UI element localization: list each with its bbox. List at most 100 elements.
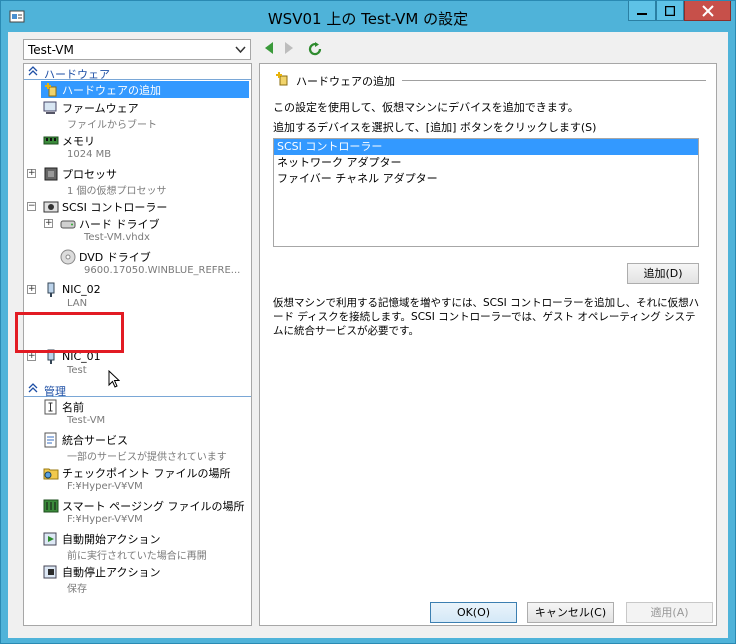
tree-item-checkpoint-location[interactable]: チェックポイント ファイルの場所 F:¥Hyper-V¥VM (24, 464, 251, 496)
auto-start-icon (43, 532, 57, 545)
tree-item-label: ファームウェア (62, 101, 139, 115)
title-bar[interactable]: WSV01 上の Test-VM の設定 (1, 1, 735, 33)
tree-item-firmware[interactable]: ファームウェア ファイルからブート (24, 99, 251, 131)
forward-arrow-icon (285, 42, 293, 54)
tree-item-detail: 保存 (67, 584, 87, 595)
tree-item-detail: 前に実行されていた場合に再開 (67, 551, 207, 562)
dvd-drive-icon (60, 249, 76, 264)
hardware-section-header[interactable]: ハードウェア (24, 65, 251, 81)
back-button[interactable] (263, 41, 275, 58)
tree-item-detail: Test-VM (67, 415, 106, 426)
tree-item-label: スマート ページング ファイルの場所 (62, 499, 245, 513)
tree-item-nic-02[interactable]: + NIC_02 LAN (24, 281, 251, 313)
management-section-label: 管理 (44, 385, 66, 398)
apply-button[interactable]: 適用(A) (626, 602, 713, 623)
close-button[interactable] (684, 1, 731, 21)
minimize-button[interactable] (628, 1, 656, 21)
tree-item-dvd-drive[interactable]: DVD ドライブ 9600.17050.WINBLUE_REFRE... (24, 248, 251, 280)
expand-toggle[interactable]: + (27, 352, 36, 361)
hard-drive-icon (60, 220, 76, 228)
tree-item-scsi-controller[interactable]: − SCSI コントローラー (24, 198, 251, 215)
tree-item-label: 名前 (62, 400, 84, 414)
panel-intro-text: この設定を使用して、仮想マシンにデバイスを追加できます。 (273, 101, 579, 114)
device-option-network-adapter[interactable]: ネットワーク アダプター (274, 155, 698, 171)
panel-title: ハードウェアの追加 (296, 75, 395, 88)
tree-item-processor[interactable]: + プロセッサ 1 個の仮想プロセッサ (24, 165, 251, 197)
tree-item-auto-stop[interactable]: 自動停止アクション 保存 (24, 563, 251, 595)
panel-header: ハードウェアの追加 (274, 71, 706, 88)
collapse-toggle[interactable]: − (27, 202, 36, 211)
checkpoint-folder-icon (43, 468, 59, 479)
tree-item-label: DVD ドライブ (79, 250, 151, 264)
expand-toggle[interactable]: + (27, 285, 36, 294)
expand-toggle[interactable]: + (44, 219, 53, 228)
window-title: WSV01 上の Test-VM の設定 (267, 10, 469, 28)
add-hardware-panel: ハードウェアの追加 この設定を使用して、仮想マシンにデバイスを追加できます。 追… (259, 63, 717, 626)
settings-tree: ハードウェア ハードウェアの追加 ファームウェア ファイルからブート メモリ 1… (23, 63, 252, 626)
tree-item-detail: LAN (67, 298, 88, 309)
tree-item-memory[interactable]: メモリ 1024 MB (24, 132, 251, 164)
maximize-button[interactable] (656, 1, 684, 21)
scsi-controller-icon (43, 201, 59, 212)
tree-item-detail: Test-VM.vhdx (84, 232, 150, 243)
cancel-button[interactable]: キャンセル(C) (527, 602, 614, 623)
tree-item-detail: 1024 MB (67, 149, 112, 160)
collapse-up-icon (28, 383, 38, 393)
refresh-button[interactable] (307, 41, 323, 60)
collapse-up-icon (28, 66, 38, 76)
chevron-down-icon (235, 46, 246, 54)
tree-item-label: チェックポイント ファイルの場所 (62, 466, 231, 480)
tree-item-detail: 9600.17050.WINBLUE_REFRE... (84, 265, 241, 276)
tree-item-detail: Test (67, 365, 87, 376)
hardware-section-label: ハードウェア (44, 68, 110, 81)
smart-paging-icon (43, 499, 59, 512)
auto-stop-icon (43, 565, 57, 578)
header-divider (402, 80, 706, 81)
tree-item-detail: 一部のサービスが提供されています (67, 452, 227, 463)
forward-button[interactable] (283, 41, 295, 58)
tree-item-label: 自動停止アクション (62, 565, 161, 579)
device-listbox[interactable]: SCSI コントローラー ネットワーク アダプター ファイバー チャネル アダプ… (273, 138, 699, 247)
name-icon (44, 399, 57, 414)
tree-item-auto-start[interactable]: 自動開始アクション 前に実行されていた場合に再開 (24, 530, 251, 562)
tree-item-label: 自動開始アクション (62, 532, 161, 546)
tree-item-label: SCSI コントローラー (62, 200, 168, 214)
device-option-scsi[interactable]: SCSI コントローラー (274, 139, 698, 155)
settings-window: WSV01 上の Test-VM の設定 Test-VM ハードウェア ハードウ… (0, 0, 736, 644)
ok-button[interactable]: OK(O) (430, 602, 517, 623)
tree-item-label: プロセッサ (62, 167, 117, 181)
tree-item-name[interactable]: 名前 Test-VM (24, 398, 251, 430)
tree-item-smart-paging-location[interactable]: スマート ページング ファイルの場所 F:¥Hyper-V¥VM (24, 497, 251, 529)
add-hardware-icon (276, 72, 288, 86)
back-arrow-icon (265, 42, 273, 54)
tree-item-detail: 1 個の仮想プロセッサ (67, 186, 167, 197)
tree-item-hard-drive[interactable]: + ハード ドライブ Test-VM.vhdx (24, 215, 251, 247)
panel-instruction-text: 追加するデバイスを選択して、[追加] ボタンをクリックします(S) (273, 121, 597, 134)
tree-item-integration-services[interactable]: 統合サービス 一部のサービスが提供されています (24, 431, 251, 463)
processor-icon (44, 167, 58, 180)
tree-item-label: 統合サービス (62, 433, 128, 447)
tree-item-detail: ファイルからブート (67, 120, 157, 131)
vm-selector-value: Test-VM (28, 43, 74, 57)
tree-item-label: メモリ (62, 134, 95, 148)
device-option-fibre-channel[interactable]: ファイバー チャネル アダプター (274, 171, 698, 187)
tree-item-detail: F:¥Hyper-V¥VM (67, 481, 143, 492)
tree-item-nic-01[interactable]: + NIC_01 Test (24, 348, 251, 388)
add-button[interactable]: 追加(D) (627, 263, 699, 284)
network-adapter-icon (47, 349, 55, 364)
panel-description: 仮想マシンで利用する記憶域を増やすには、SCSI コントローラーを追加し、それに… (273, 297, 700, 337)
vm-selector-dropdown[interactable]: Test-VM (23, 39, 251, 60)
maximize-icon (665, 5, 675, 16)
minimize-icon (637, 12, 647, 15)
tree-item-label: NIC_01 (62, 350, 101, 363)
firmware-icon (43, 101, 57, 114)
expand-toggle[interactable]: + (27, 169, 36, 178)
memory-icon (43, 136, 59, 144)
tree-item-detail: F:¥Hyper-V¥VM (67, 514, 143, 525)
tree-item-label: ハード ドライブ (79, 217, 160, 231)
add-hardware-icon (45, 82, 57, 96)
dialog-body: Test-VM ハードウェア ハードウェアの追加 ファームウェア ファイルからブ… (8, 32, 728, 638)
integration-services-icon (44, 432, 57, 447)
tree-item-label: NIC_02 (62, 283, 101, 296)
management-section-header[interactable]: 管理 (24, 382, 251, 398)
